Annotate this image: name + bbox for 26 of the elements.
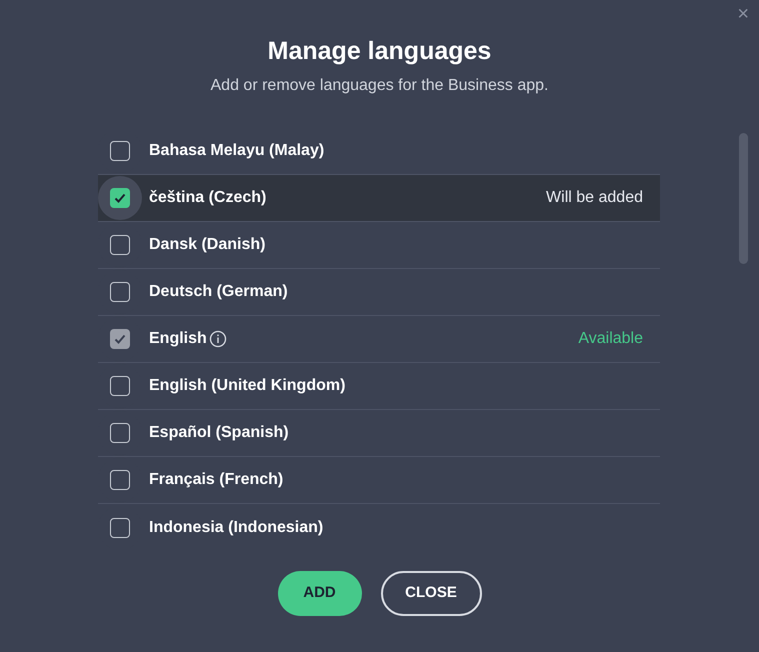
checkbox[interactable] [110, 518, 130, 538]
language-name: Bahasa Melayu (Malay) [149, 141, 324, 161]
checkmark-icon [113, 191, 127, 205]
language-name: Dansk (Danish) [149, 235, 266, 255]
language-name: English (United Kingdom) [149, 376, 346, 396]
language-name: čeština (Czech) [149, 188, 266, 208]
language-name: English [149, 329, 207, 349]
language-row[interactable]: čeština (Czech) Will be added [98, 175, 660, 222]
checkbox[interactable] [110, 188, 130, 208]
language-status: Available [578, 329, 643, 349]
scrollbar-thumb[interactable] [739, 133, 748, 264]
checkbox[interactable] [110, 470, 130, 490]
dialog-button[interactable]: CLOSE [380, 571, 482, 616]
checkbox[interactable] [110, 235, 130, 255]
checkbox[interactable] [110, 282, 130, 302]
language-status: Will be added [546, 188, 643, 208]
dialog-subtitle: Add or remove languages for the Business app. [210, 76, 548, 96]
checkbox[interactable] [110, 141, 130, 161]
language-name: Français (French) [149, 470, 284, 490]
language-name: Español (Spanish) [149, 423, 289, 443]
language-name: Deutsch (German) [149, 282, 288, 302]
language-name: Indonesia (Indonesian) [149, 518, 324, 538]
dialog-button[interactable]: ADD [278, 571, 362, 616]
dialog-title: Manage languages [268, 36, 492, 67]
checkbox[interactable] [110, 376, 130, 396]
checkbox[interactable] [110, 423, 130, 443]
